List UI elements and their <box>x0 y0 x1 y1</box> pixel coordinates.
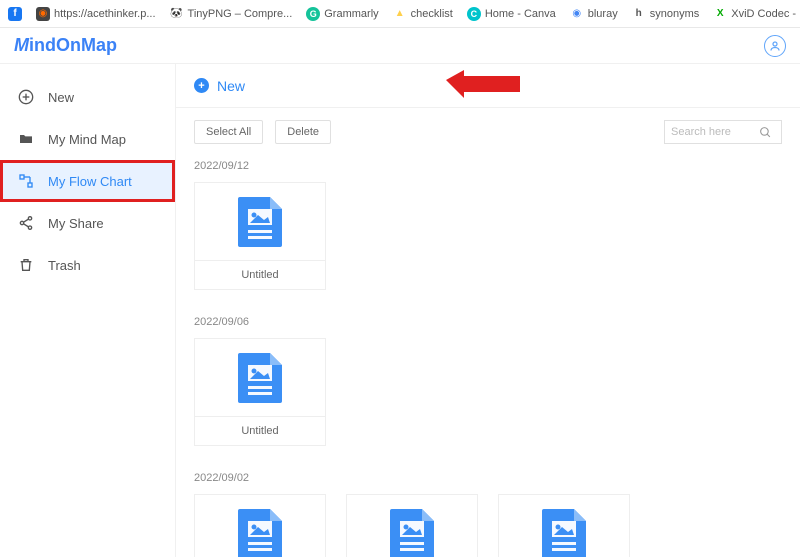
bookmark-label: Home - Canva <box>485 8 556 20</box>
bookmark-label: TinyPNG – Compre... <box>188 8 293 20</box>
bookmark-grammarly[interactable]: G Grammarly <box>306 7 378 21</box>
new-button[interactable]: + New <box>194 78 245 94</box>
search-box[interactable] <box>664 120 782 144</box>
bookmark-xvid[interactable]: X XviD Codec - Down... <box>713 7 800 21</box>
file-card[interactable]: Untitled <box>194 182 326 290</box>
trash-icon <box>18 257 34 273</box>
cards-row: Untitled <box>176 338 800 468</box>
select-all-button[interactable]: Select All <box>194 120 263 144</box>
sidebar-item-label: My Flow Chart <box>48 174 132 189</box>
bookmark-label: checklist <box>411 8 453 20</box>
bookmark-tinypng[interactable]: 🐼 TinyPNG – Compre... <box>170 7 293 21</box>
new-row: + New <box>176 64 800 108</box>
file-thumbnail <box>347 495 477 557</box>
user-icon <box>769 40 781 52</box>
file-card[interactable]: Untitled <box>194 338 326 446</box>
sidebar-item-flowchart[interactable]: My Flow Chart <box>0 160 175 202</box>
date-label: 2022/09/02 <box>176 468 800 494</box>
date-label: 2022/09/12 <box>176 156 800 182</box>
bookmark-label: bluray <box>588 8 618 20</box>
file-title: Untitled <box>195 417 325 445</box>
content-area: + New Select All Delete 2022/09/12 Untitl… <box>175 64 800 557</box>
new-button-label: New <box>217 78 245 94</box>
bookmark-label: synonyms <box>650 8 700 20</box>
file-card[interactable] <box>194 494 326 557</box>
cards-row <box>176 494 800 557</box>
sidebar-item-new[interactable]: New <box>0 76 175 118</box>
bookmark-canva[interactable]: C Home - Canva <box>467 7 556 21</box>
bookmark-synonyms[interactable]: h synonyms <box>632 7 700 21</box>
share-icon <box>18 215 34 231</box>
bookmark-bluray[interactable]: ◉ bluray <box>570 7 618 21</box>
file-card[interactable] <box>346 494 478 557</box>
bookmark-label: XviD Codec - Down... <box>731 8 800 20</box>
avatar[interactable] <box>764 35 786 57</box>
search-input[interactable] <box>671 126 759 138</box>
delete-button[interactable]: Delete <box>275 120 331 144</box>
sidebar-item-label: My Mind Map <box>48 132 126 147</box>
plus-icon: + <box>194 78 209 93</box>
sidebar-item-mindmap[interactable]: My Mind Map <box>0 118 175 160</box>
app-header: MindOnMap <box>0 28 800 64</box>
plus-circle-icon <box>18 89 34 105</box>
bookmark-label: Grammarly <box>324 8 378 20</box>
bookmark-checklist[interactable]: ▲ checklist <box>393 7 453 21</box>
sidebar-item-trash[interactable]: Trash <box>0 244 175 286</box>
annotation-arrow <box>444 66 524 106</box>
sidebar-item-label: Trash <box>48 258 81 273</box>
flowchart-icon <box>18 173 34 189</box>
sidebar-item-label: New <box>48 90 74 105</box>
bookmark-facebook[interactable]: f <box>8 7 22 21</box>
search-icon <box>759 126 772 139</box>
sidebar-item-share[interactable]: My Share <box>0 202 175 244</box>
toolbar: Select All Delete <box>176 108 800 156</box>
sidebar: New My Mind Map My Flow Chart My Share T… <box>0 64 175 557</box>
bookmarks-bar: f ◉ https://acethinker.p... 🐼 TinyPNG – … <box>0 0 800 28</box>
file-thumbnail <box>195 339 325 417</box>
file-title: Untitled <box>195 261 325 289</box>
file-thumbnail <box>195 183 325 261</box>
file-thumbnail <box>195 495 325 557</box>
cards-row: Untitled <box>176 182 800 312</box>
bookmark-acethinker[interactable]: ◉ https://acethinker.p... <box>36 7 156 21</box>
bookmark-label: https://acethinker.p... <box>54 8 156 20</box>
file-card[interactable] <box>498 494 630 557</box>
date-label: 2022/09/06 <box>176 312 800 338</box>
logo[interactable]: MindOnMap <box>14 35 117 56</box>
sidebar-item-label: My Share <box>48 216 104 231</box>
folder-icon <box>18 131 34 147</box>
file-thumbnail <box>499 495 629 557</box>
